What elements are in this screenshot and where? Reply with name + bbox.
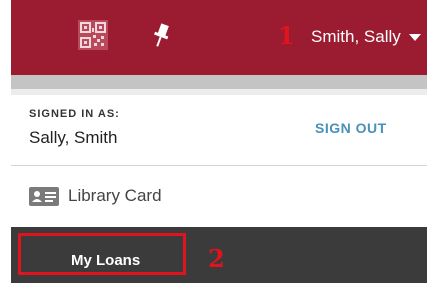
pin-icon[interactable] bbox=[150, 22, 172, 50]
signed-in-label: SIGNED IN AS: bbox=[29, 108, 120, 120]
user-name: Smith, Sally bbox=[311, 27, 401, 46]
library-card-label: Library Card bbox=[68, 186, 162, 205]
annotation-marker-2: 2 bbox=[208, 244, 225, 273]
top-bar: Smith, Sally bbox=[11, 0, 427, 75]
signed-in-name: Sally, Smith bbox=[29, 128, 118, 147]
panel-top-shade bbox=[11, 89, 427, 95]
header-shadow-band bbox=[11, 75, 427, 89]
library-card-menu-item[interactable]: Library Card bbox=[29, 184, 162, 208]
user-menu-button[interactable]: Smith, Sally bbox=[311, 25, 421, 49]
annotation-marker-1: 1 bbox=[278, 21, 295, 50]
left-edge bbox=[0, 0, 11, 283]
id-card-icon bbox=[29, 186, 59, 206]
sign-out-link[interactable]: SIGN OUT bbox=[315, 120, 387, 136]
caret-down-icon bbox=[408, 33, 421, 41]
my-loans-label[interactable]: My Loans bbox=[71, 252, 140, 269]
divider bbox=[11, 165, 427, 166]
qr-code-icon[interactable] bbox=[78, 20, 108, 50]
